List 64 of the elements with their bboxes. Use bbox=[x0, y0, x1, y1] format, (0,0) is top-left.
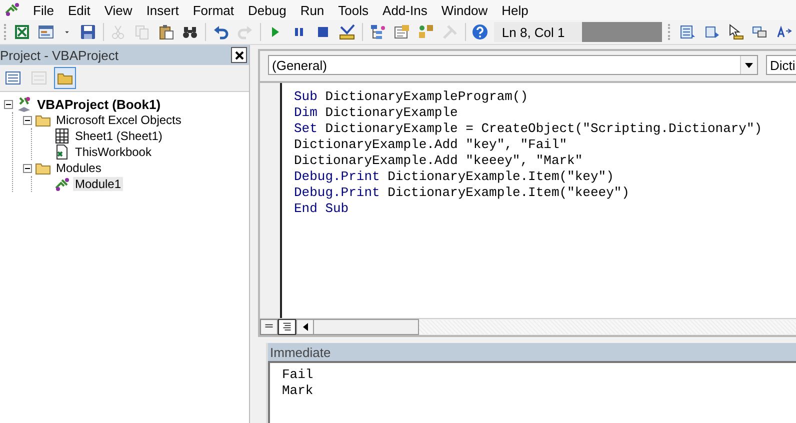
expander-icon[interactable] bbox=[4, 100, 13, 108]
output-line: Fail bbox=[282, 367, 314, 383]
scroll-left-button[interactable] bbox=[296, 319, 314, 335]
menu-item[interactable]: Add-Ins bbox=[376, 2, 434, 18]
tree-item[interactable]: Sheet1 (Sheet1) bbox=[73, 129, 164, 143]
tree-icon[interactable] bbox=[370, 24, 386, 40]
menu-item[interactable]: Format bbox=[186, 2, 241, 18]
close-icon bbox=[234, 50, 244, 60]
code-line: Set DictionaryExample = CreateObject("Scripting.Dictionary") bbox=[294, 121, 762, 137]
tree-item[interactable]: ThisWorkbook bbox=[73, 145, 154, 159]
procedure-dropdown[interactable]: Dicti bbox=[766, 55, 796, 75]
caret-icon bbox=[745, 62, 753, 68]
document-icon bbox=[54, 144, 70, 160]
list-icon[interactable] bbox=[680, 24, 696, 40]
code-line: Dim DictionaryExample bbox=[294, 105, 459, 121]
grid-icon[interactable] bbox=[14, 24, 30, 40]
shapes-icon[interactable] bbox=[418, 24, 434, 40]
project-icon bbox=[16, 96, 32, 112]
cursor-position-field: Ln 8, Col 1 bbox=[494, 22, 662, 42]
expander-icon[interactable] bbox=[23, 164, 32, 172]
menu-item[interactable]: Window bbox=[434, 2, 495, 18]
menu-item[interactable]: Edit bbox=[60, 2, 98, 18]
close-button[interactable] bbox=[231, 47, 247, 63]
menu-item[interactable]: View bbox=[97, 2, 140, 18]
left-arrow-icon bbox=[302, 323, 308, 331]
menu-item[interactable]: Debug bbox=[241, 2, 294, 18]
undo-icon[interactable] bbox=[212, 24, 229, 40]
code-line: Sub DictionaryExampleProgram() bbox=[294, 89, 530, 105]
cards-icon[interactable] bbox=[752, 24, 768, 40]
tree-item[interactable]: Module1 bbox=[73, 177, 124, 191]
app-logo-icon bbox=[4, 0, 20, 16]
module-view-button[interactable] bbox=[278, 319, 296, 335]
code-line: Debug.Print DictionaryExample.Item("keeey") bbox=[294, 185, 630, 201]
menu-item[interactable]: Insert bbox=[139, 2, 186, 18]
code-list-icon[interactable] bbox=[5, 70, 21, 86]
binoculars-icon[interactable] bbox=[182, 24, 198, 40]
procedure-view-button[interactable] bbox=[260, 319, 278, 335]
pane-title: Immediate bbox=[268, 343, 796, 361]
tree-item[interactable]: Modules bbox=[54, 161, 104, 175]
object-dropdown[interactable]: (General) bbox=[268, 55, 758, 75]
grid-icon bbox=[54, 128, 70, 144]
tree-item[interactable]: Microsoft Excel Objects bbox=[54, 113, 184, 127]
tree-item[interactable]: VBAProject (Book1) bbox=[35, 96, 163, 112]
letter-arrow-icon[interactable] bbox=[776, 24, 792, 40]
code-line: DictionaryExample.Add "keeey", "Mark" bbox=[294, 153, 584, 169]
menu-item[interactable]: File bbox=[26, 2, 61, 18]
menu-item[interactable]: Help bbox=[494, 2, 536, 18]
menu-item[interactable]: Run bbox=[293, 2, 332, 18]
window-icon[interactable] bbox=[38, 24, 54, 40]
expander-icon[interactable] bbox=[23, 116, 32, 124]
output-line: Mark bbox=[282, 383, 314, 399]
help-icon[interactable] bbox=[472, 24, 488, 40]
cursor-icon[interactable] bbox=[728, 24, 744, 40]
code-line: End Sub bbox=[294, 201, 350, 217]
lines-icon bbox=[281, 321, 293, 333]
clipboard-icon[interactable] bbox=[158, 24, 174, 40]
module-icon bbox=[54, 176, 70, 192]
code-line: Debug.Print DictionaryExample.Item("key") bbox=[294, 169, 615, 185]
menu-item[interactable]: Tools bbox=[331, 2, 376, 18]
code-line: DictionaryExample.Add "key", "Fail" bbox=[294, 137, 568, 153]
pane-title: Project - VBAProject bbox=[0, 48, 118, 62]
scrollbar-thumb[interactable] bbox=[314, 319, 419, 335]
list-arrow-icon[interactable] bbox=[704, 24, 720, 40]
immediate-output[interactable]: Fail Mark bbox=[268, 361, 796, 423]
